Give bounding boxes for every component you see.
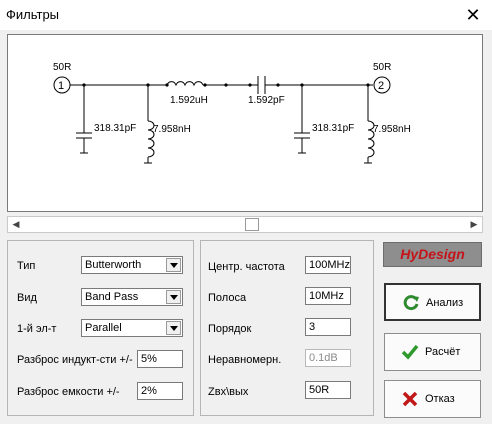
center-frequency-label: Центр. частота [208, 261, 285, 273]
capacitance-spread-label: Разброс емкости +/- [17, 386, 120, 398]
scroll-right-icon[interactable]: ▶ [466, 217, 482, 232]
port1-number: 1 [58, 80, 64, 92]
c-series-label: 1.592pF [248, 95, 285, 106]
l-series-label: 1.592uH [170, 95, 208, 106]
cancel-button[interactable]: Отказ [384, 380, 481, 418]
chevron-down-icon[interactable] [166, 321, 181, 335]
bandwidth-input[interactable]: 10MHz [305, 287, 351, 305]
first-element-label: 1-й эл-т [17, 323, 57, 335]
port2-number: 2 [378, 80, 384, 92]
first-element-select[interactable]: Parallel [81, 319, 183, 337]
scroll-thumb[interactable] [245, 218, 259, 231]
l-shunt2-label: 7.958nH [373, 124, 411, 135]
calculate-button[interactable]: Расчёт [384, 333, 481, 371]
kind-label: Вид [17, 292, 37, 304]
window-title: Фильтры [6, 7, 60, 22]
horizontal-scrollbar[interactable]: ◀ ▶ [7, 216, 483, 233]
analyze-label: Анализ [426, 297, 464, 309]
order-label: Порядок [208, 323, 252, 335]
first-element-value: Parallel [85, 322, 122, 334]
title-bar: Фильтры ✕ [0, 0, 492, 30]
scroll-left-icon[interactable]: ◀ [8, 217, 24, 232]
port2-impedance: 50R [373, 62, 391, 73]
type-label: Тип [17, 260, 36, 272]
cancel-label: Отказ [425, 393, 455, 405]
schematic-diagram: 50R 1 50R 2 318.31pF 7.958nH 1.592uH 1.5… [53, 62, 411, 164]
close-icon[interactable]: ✕ [462, 4, 484, 26]
l-shunt1-label: 7.958nH [153, 124, 191, 135]
bandwidth-label: Полоса [208, 292, 247, 304]
type-select[interactable]: Butterworth [81, 256, 183, 274]
type-select-value: Butterworth [85, 259, 142, 271]
cross-icon [402, 391, 418, 407]
c-shunt2-label: 318.31pF [312, 123, 354, 134]
impedance-input[interactable]: 50R [305, 381, 351, 399]
order-input[interactable]: 3 [305, 318, 351, 336]
inductance-spread-input[interactable]: 5% [137, 350, 183, 368]
schematic-view: 50R 1 50R 2 318.31pF 7.958nH 1.592uH 1.5… [7, 34, 483, 212]
capacitance-spread-input[interactable]: 2% [137, 382, 183, 400]
checkmark-icon [401, 344, 419, 360]
c-shunt1-label: 318.31pF [94, 123, 136, 134]
port1-impedance: 50R [53, 62, 71, 73]
chevron-down-icon[interactable] [166, 258, 181, 272]
refresh-icon [403, 295, 419, 311]
ripple-input: 0.1dB [305, 349, 351, 367]
calculate-label: Расчёт [425, 346, 461, 358]
center-frequency-input[interactable]: 100MHz [305, 256, 351, 274]
chevron-down-icon[interactable] [166, 290, 181, 304]
kind-select-value: Band Pass [85, 291, 139, 303]
inductance-spread-label: Разброс индукт-сти +/- [17, 354, 133, 366]
analyze-button[interactable]: Анализ [384, 283, 481, 321]
impedance-label: Zвх\вых [208, 386, 249, 398]
ripple-label: Неравномерн. [208, 354, 282, 366]
hydesign-logo: HyDesign [383, 242, 482, 267]
kind-select[interactable]: Band Pass [81, 288, 183, 306]
